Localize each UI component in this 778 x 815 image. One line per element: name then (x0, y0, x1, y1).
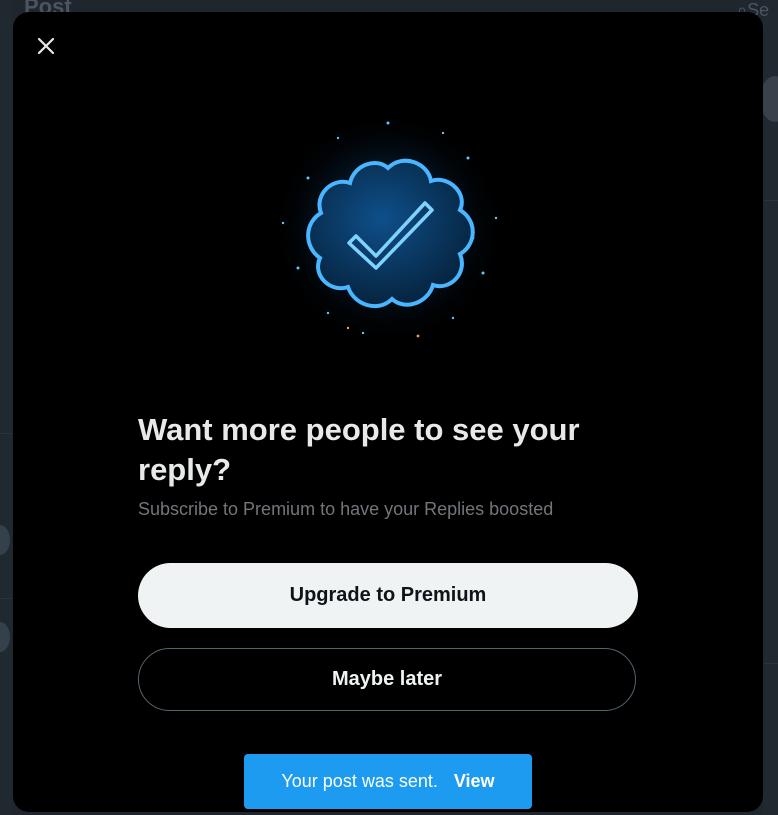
toast-message: Your post was sent. (281, 771, 438, 791)
background-left-column (0, 0, 12, 815)
close-icon (37, 37, 55, 55)
verified-badge-icon (268, 98, 508, 348)
toast-view-link[interactable]: View (454, 771, 495, 792)
background-divider (0, 598, 12, 599)
background-right-column (763, 0, 778, 815)
maybe-later-button[interactable]: Maybe later (138, 648, 636, 711)
headline: Want more people to see your reply? (138, 412, 580, 487)
close-button[interactable] (32, 32, 60, 60)
background-divider (764, 200, 778, 201)
upgrade-to-premium-button[interactable]: Upgrade to Premium (138, 563, 638, 628)
post-sent-toast: Your post was sent. View (244, 754, 532, 809)
premium-upsell-modal: Want more people to see your reply? Subs… (13, 12, 763, 812)
background-divider (764, 663, 778, 664)
subtitle: Subscribe to Premium to have your Replie… (138, 499, 554, 519)
background-divider (0, 433, 12, 434)
